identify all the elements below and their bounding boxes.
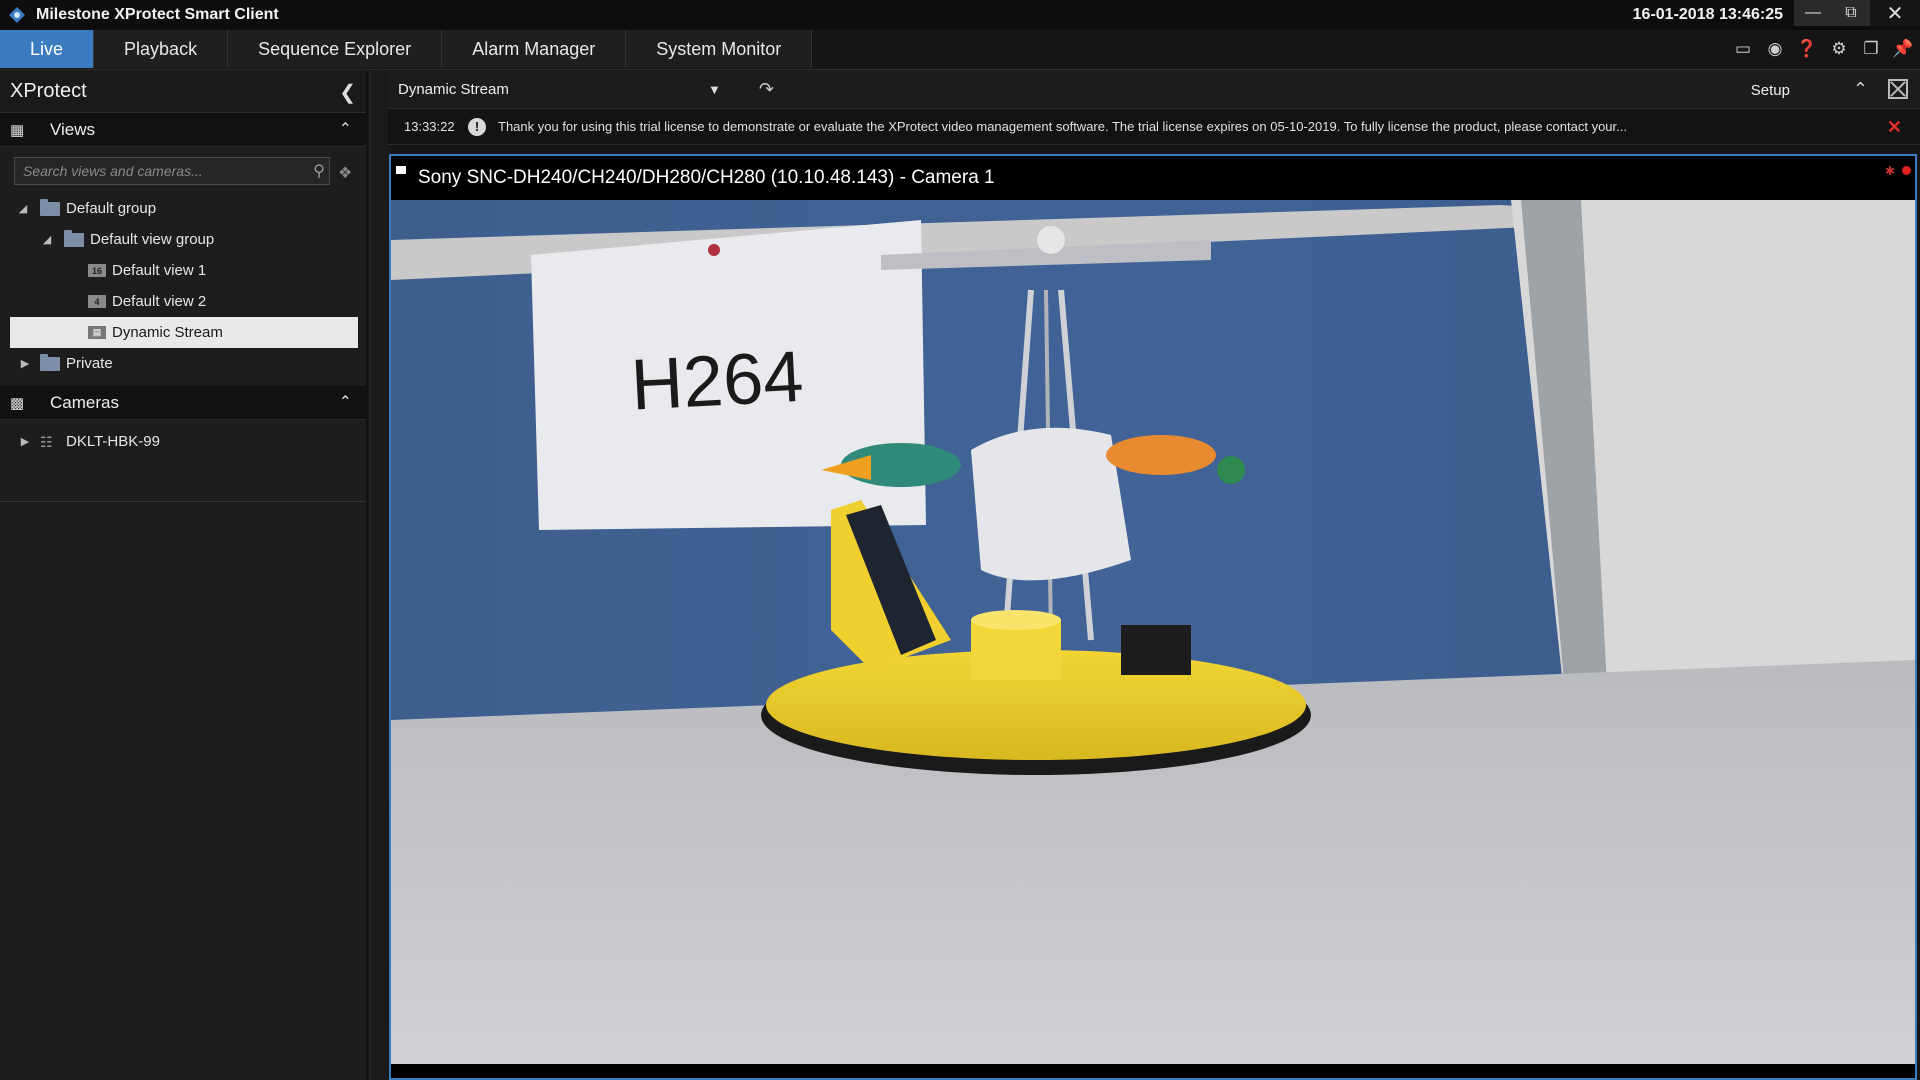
info-icon: !: [468, 117, 486, 136]
grid-icon: ▦: [10, 121, 25, 139]
fullscreen-icon[interactable]: [1888, 79, 1908, 99]
tree-item-label: Dynamic Stream: [112, 324, 223, 341]
main-view-area: Dynamic Stream ▼ ↷ Setup ⌃ 13:33:22 ! Th…: [388, 71, 1920, 1080]
tree-item-private[interactable]: ▶ Private: [0, 348, 366, 379]
workspace-tab-bar: Live Playback Sequence Explorer Alarm Ma…: [0, 30, 1920, 70]
video-frame: H264: [391, 200, 1915, 1064]
help-icon[interactable]: ❓: [1796, 38, 1818, 60]
views-section-header[interactable]: ▦ Views ⌃: [0, 113, 366, 147]
server-icon: ☷: [40, 433, 53, 450]
view-toolbar: Dynamic Stream ▼ ↷ Setup ⌃: [388, 71, 1920, 109]
search-icon[interactable]: ⚲: [313, 161, 325, 181]
view-layout-icon: 4: [88, 295, 106, 308]
folder-icon: [40, 353, 60, 371]
tree-item-label: Default view 2: [112, 293, 207, 310]
tab-sequence-explorer[interactable]: Sequence Explorer: [228, 30, 443, 68]
tab-alarm-manager[interactable]: Alarm Manager: [442, 30, 627, 68]
window-switch-icon[interactable]: ❐: [1860, 38, 1882, 60]
collapse-sidebar-icon[interactable]: ❮: [339, 80, 356, 105]
camera-video-feed[interactable]: H264: [391, 200, 1915, 1064]
camera-title-bar: Sony SNC-DH240/CH240/DH280/CH280 (10.10.…: [391, 156, 1915, 200]
tree-item-default-view-1[interactable]: 16 Default view 1: [0, 255, 366, 286]
views-label: Views: [50, 119, 96, 139]
search-input[interactable]: [15, 163, 285, 179]
notice-message: Thank you for using this trial license t…: [498, 119, 1627, 134]
sidebar-title: XProtect: [10, 80, 87, 102]
tree-item-default-group[interactable]: ◢ Default group: [0, 193, 366, 224]
close-button[interactable]: ✕: [1870, 0, 1920, 26]
tree-item-label: Default group: [66, 200, 157, 217]
view-layout-icon: 16: [88, 264, 106, 277]
app-title: Milestone XProtect Smart Client: [36, 6, 279, 23]
views-tree: ◢ Default group ◢ Default view group 16 …: [0, 193, 366, 379]
left-sidebar: XProtect ❮ ▦ Views ⌃ ⚲ ◢ Default group ◢…: [0, 71, 368, 1080]
tree-item-label: Default view group: [90, 231, 215, 248]
chevron-up-icon[interactable]: ⌃: [339, 119, 352, 139]
cameras-label: Cameras: [50, 392, 119, 412]
notice-time: 13:33:22: [404, 119, 455, 134]
send-view-icon[interactable]: ↷: [759, 79, 774, 100]
view-selector[interactable]: Dynamic Stream: [398, 81, 708, 98]
tag-icon[interactable]: ❖: [338, 163, 352, 183]
tree-item-camera-server[interactable]: ▶ ☷ DKLT-HBK-99: [0, 426, 366, 457]
tree-item-label: Default view 1: [112, 262, 207, 279]
setup-button[interactable]: Setup: [1751, 82, 1790, 99]
view-layout-icon: ▤: [88, 326, 106, 339]
license-notice-bar: 13:33:22 ! Thank you for using this tria…: [388, 109, 1920, 145]
restore-icon: ⧉: [1845, 4, 1857, 21]
camera-icon: ▩: [10, 394, 25, 412]
camera-flag-icon: [396, 166, 406, 174]
camera-title: Sony SNC-DH240/CH240/DH280/CH280 (10.10.…: [418, 167, 995, 188]
tree-item-label: DKLT-HBK-99: [66, 433, 160, 450]
tree-item-default-view-group[interactable]: ◢ Default view group: [0, 224, 366, 255]
folder-icon: [40, 198, 60, 216]
collapsed-arrow-icon[interactable]: ▶: [18, 357, 32, 370]
tab-system-monitor[interactable]: System Monitor: [626, 30, 813, 68]
title-bar: Milestone XProtect Smart Client 16-01-20…: [0, 0, 1920, 30]
folder-icon: [64, 229, 84, 247]
chevron-up-icon[interactable]: ⌃: [1853, 79, 1868, 100]
tab-live[interactable]: Live: [0, 30, 95, 68]
restore-button[interactable]: ⧉: [1832, 0, 1870, 26]
search-box: ⚲: [14, 157, 330, 185]
alert-icon: ✱: [1884, 164, 1895, 178]
tree-item-label: Private: [66, 355, 113, 372]
minimize-icon: —: [1805, 4, 1821, 21]
pin-icon[interactable]: 📌: [1892, 38, 1914, 60]
cameras-section-header[interactable]: ▩ Cameras ⌃: [0, 386, 366, 420]
sidebar-divider: [0, 501, 366, 502]
expanded-arrow-icon[interactable]: ◢: [16, 202, 30, 215]
monitor-tray-icon[interactable]: ▭: [1732, 38, 1754, 60]
close-notice-icon[interactable]: ✕: [1887, 117, 1902, 138]
gear-icon[interactable]: ⚙: [1828, 38, 1850, 60]
collapsed-arrow-icon[interactable]: ▶: [18, 435, 32, 448]
tab-playback[interactable]: Playback: [94, 30, 229, 68]
tree-item-default-view-2[interactable]: 4 Default view 2: [0, 286, 366, 317]
expanded-arrow-icon[interactable]: ◢: [40, 233, 54, 246]
clock: 16-01-2018 13:46:25: [1632, 6, 1783, 23]
recording-indicator-icon: [1902, 166, 1911, 175]
sidebar-scrollbar[interactable]: [370, 71, 388, 1080]
status-eye-icon[interactable]: ◉: [1764, 38, 1786, 60]
chevron-up-icon[interactable]: ⌃: [339, 392, 352, 412]
camera-tile[interactable]: Sony SNC-DH240/CH240/DH280/CH280 (10.10.…: [389, 154, 1917, 1080]
tree-item-dynamic-stream[interactable]: ▤ Dynamic Stream: [10, 317, 358, 348]
sidebar-header: XProtect ❮: [0, 71, 366, 113]
chevron-down-icon[interactable]: ▼: [708, 82, 721, 97]
minimize-button[interactable]: —: [1794, 0, 1832, 26]
close-icon: ✕: [1886, 2, 1904, 25]
app-logo-icon: [8, 6, 26, 24]
sign-text: H264: [629, 337, 805, 426]
